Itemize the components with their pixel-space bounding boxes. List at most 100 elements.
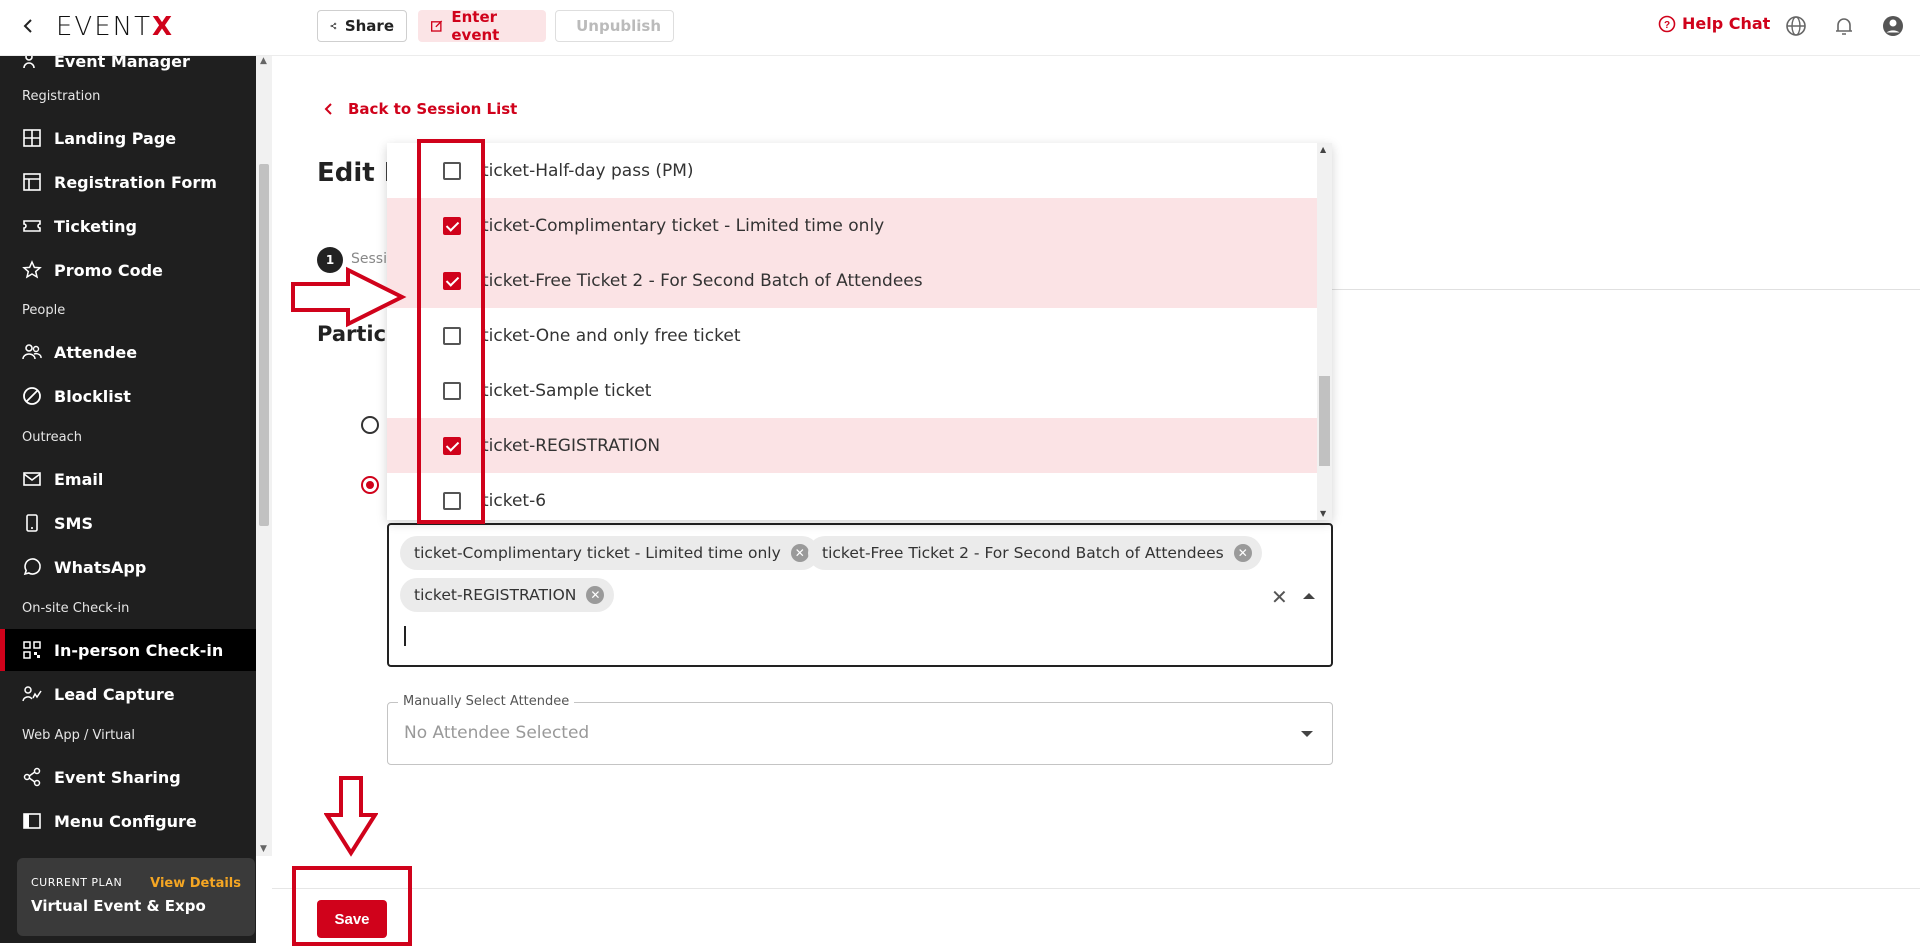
dropdown-option[interactable]: ticket-Half-day pass (PM) (387, 143, 1317, 198)
sidebar-section-web-app: Web App / Virtual (22, 728, 135, 743)
chip-remove-icon[interactable]: ✕ (791, 544, 809, 562)
sidebar-item-label: SMS (54, 514, 93, 533)
expand-caret-icon[interactable] (1301, 731, 1313, 737)
dropdown-option[interactable]: ticket-6 (387, 473, 1317, 520)
share-icon (22, 767, 42, 787)
sidebar-item-landing-page[interactable]: Landing Page (0, 117, 256, 159)
external-edit-icon (430, 18, 443, 34)
ticket-dropdown-list: ticket-Half-day pass (PM) ticket-Complim… (387, 143, 1332, 520)
chevron-left-icon (324, 102, 334, 116)
share-label: Share (345, 17, 394, 35)
account-icon[interactable] (1881, 14, 1905, 38)
users-icon (22, 342, 42, 362)
selected-ticket-chip: ticket-Complimentary ticket - Limited ti… (400, 536, 819, 570)
bell-icon[interactable] (1832, 14, 1856, 38)
scroll-up-arrow-icon[interactable]: ▲ (260, 56, 267, 66)
scroll-down-arrow-icon[interactable]: ▼ (260, 844, 267, 854)
sidebar-item-promo-code[interactable]: Promo Code (0, 249, 256, 291)
help-chat-label: Help Chat (1682, 14, 1770, 33)
sidebar-item-registration-form[interactable]: Registration Form (0, 161, 256, 203)
option-label: ticket-Half-day pass (PM) (482, 161, 694, 181)
plan-name: Virtual Event & Expo (31, 897, 241, 915)
phone-icon (22, 513, 42, 533)
sidebar-section-outreach: Outreach (22, 430, 82, 445)
table-icon (22, 172, 42, 192)
view-details-link[interactable]: View Details (150, 876, 241, 891)
sidebar-item-label: Ticketing (54, 217, 137, 236)
sidebar-item-label: WhatsApp (54, 558, 146, 577)
sidebar-item-label: Registration Form (54, 173, 217, 192)
chip-label: ticket-REGISTRATION (414, 586, 576, 604)
dropdown-scroll-thumb[interactable] (1319, 376, 1330, 466)
chip-label: ticket-Free Ticket 2 - For Second Batch … (822, 544, 1224, 562)
share-button[interactable]: Share (317, 10, 407, 42)
top-bar: EVENTX Share Enter event Unpublish ? Hel… (0, 0, 1920, 56)
scroll-up-arrow-icon[interactable]: ▲ (1320, 145, 1326, 154)
annotation-right-arrow-icon (290, 266, 408, 328)
manual-attendee-placeholder: No Attendee Selected (404, 723, 589, 743)
sidebar-section-onsite: On-site Check-in (22, 601, 129, 616)
sidebar-item-label: Event Manager (54, 56, 190, 71)
sidebar-item-label: In-person Check-in (54, 641, 223, 660)
annotation-down-arrow-icon (324, 775, 378, 857)
sidebar-item-menu-configure[interactable]: Menu Configure (0, 800, 256, 842)
unpublish-label: Unpublish (576, 17, 661, 35)
globe-icon[interactable] (1784, 14, 1808, 38)
chip-remove-icon[interactable]: ✕ (1234, 544, 1252, 562)
unpublish-button[interactable]: Unpublish (555, 10, 674, 42)
sidebar-item-attendee[interactable]: Attendee (0, 331, 256, 373)
annotation-highlight-checkboxes (417, 139, 485, 524)
collapse-caret-icon[interactable] (1303, 593, 1315, 599)
selected-ticket-chip: ticket-REGISTRATION ✕ (400, 578, 614, 612)
sidebar-item-email[interactable]: Email (0, 458, 256, 500)
sidebar-item-lead-capture[interactable]: Lead Capture (0, 673, 256, 715)
sidebar-section-people: People (22, 303, 65, 318)
annotation-highlight-save (292, 866, 412, 946)
ticket-icon (22, 216, 42, 236)
sidebar-item-event-sharing[interactable]: Event Sharing (0, 756, 256, 798)
back-chevron-icon[interactable] (20, 16, 36, 36)
selected-ticket-chip: ticket-Free Ticket 2 - For Second Batch … (808, 536, 1262, 570)
option-label: ticket-One and only free ticket (482, 326, 741, 346)
sidebar-item-ticketing[interactable]: Ticketing (0, 205, 256, 247)
sidebar: Event Manager Registration Landing Page … (0, 56, 256, 943)
star-icon (22, 260, 42, 280)
sidebar-item-label: Blocklist (54, 387, 131, 406)
back-to-session-list-link[interactable]: Back to Session List (324, 100, 517, 118)
option-label: ticket-Sample ticket (482, 381, 651, 401)
dropdown-option[interactable]: ticket-REGISTRATION (387, 418, 1317, 473)
radio-option-2[interactable] (361, 476, 379, 494)
sidebar-item-label: Event Sharing (54, 768, 181, 787)
option-label: ticket-REGISTRATION (482, 436, 660, 456)
sidebar-scrollbar[interactable]: ▲ ▼ (256, 56, 272, 856)
sidebar-item-event-manager[interactable]: Event Manager (0, 56, 256, 82)
sidebar-item-label: Attendee (54, 343, 137, 362)
clear-selection-icon[interactable]: ✕ (1271, 585, 1288, 609)
help-circle-icon: ? (1658, 15, 1676, 33)
people-icon (22, 56, 42, 71)
sidebar-scroll-thumb[interactable] (259, 164, 269, 526)
enter-event-button[interactable]: Enter event (418, 10, 546, 42)
dropdown-scrollbar[interactable]: ▲ ▼ (1317, 143, 1332, 520)
chip-remove-icon[interactable]: ✕ (586, 586, 604, 604)
dropdown-option[interactable]: ticket-One and only free ticket (387, 308, 1317, 363)
qr-code-icon (22, 640, 42, 660)
sidebar-item-sms[interactable]: SMS (0, 502, 256, 544)
radio-option-1[interactable] (361, 416, 379, 434)
sidebar-item-blocklist[interactable]: Blocklist (0, 375, 256, 417)
help-chat-button[interactable]: ? Help Chat (1658, 14, 1770, 33)
chip-label: ticket-Complimentary ticket - Limited ti… (414, 544, 781, 562)
option-label: ticket-Complimentary ticket - Limited ti… (482, 216, 884, 236)
enter-event-label: Enter event (451, 8, 534, 44)
dropdown-option[interactable]: ticket-Sample ticket (387, 363, 1317, 418)
dropdown-option[interactable]: ticket-Complimentary ticket - Limited ti… (387, 198, 1317, 253)
scroll-down-arrow-icon[interactable]: ▼ (1320, 509, 1326, 518)
whatsapp-icon (22, 557, 42, 577)
sidebar-item-in-person-check-in[interactable]: In-person Check-in (0, 629, 256, 671)
sidebar-layout-icon (22, 811, 42, 831)
step-label[interactable]: Sessi (351, 251, 387, 267)
sidebar-item-whatsapp[interactable]: WhatsApp (0, 546, 256, 588)
dropdown-option[interactable]: ticket-Free Ticket 2 - For Second Batch … (387, 253, 1317, 308)
sidebar-item-label: Lead Capture (54, 685, 175, 704)
option-label: ticket-Free Ticket 2 - For Second Batch … (482, 271, 923, 291)
